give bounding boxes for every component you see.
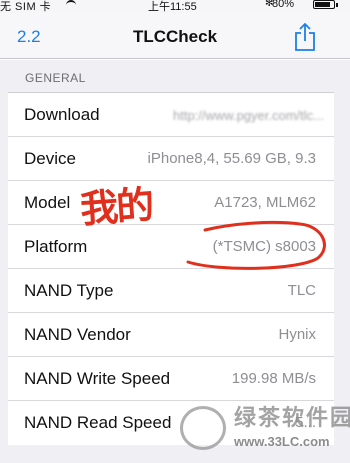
table-row[interactable]: Platform (*TSMC) s8003 (8, 225, 334, 269)
row-label: NAND Read Speed (24, 413, 172, 432)
table-row[interactable]: NAND Vendor Hynix (8, 313, 334, 357)
row-value: iPhone8,4, 55.69 GB, 9.3 (147, 150, 316, 167)
row-label: NAND Type (24, 281, 114, 300)
table-row[interactable]: NAND Read Speed 5... (8, 401, 334, 445)
row-label: Platform (24, 237, 88, 256)
row-label: Download (24, 105, 100, 124)
info-table: Download http://www.pgyer.com/tlc... Dev… (8, 92, 334, 445)
share-icon[interactable] (292, 22, 318, 52)
battery-percent: 80% (272, 0, 295, 10)
row-label: Device (24, 149, 76, 168)
navigation-bar: 2.2 TLCCheck (0, 13, 350, 59)
battery-icon (313, 0, 335, 9)
carrier-label: 无 SIM 卡 (0, 1, 52, 13)
row-label: Model (24, 193, 71, 212)
row-value: A1723, MLM62 (214, 194, 316, 211)
table-row[interactable]: Download http://www.pgyer.com/tlc... (8, 93, 334, 137)
wifi-icon (66, 0, 76, 8)
row-label: NAND Write Speed (24, 369, 171, 388)
row-value: TLC (287, 282, 316, 299)
battery-cap (336, 3, 338, 7)
handwritten-annotation: 我的 (78, 182, 154, 232)
row-value: (*TSMC) s8003 (212, 238, 316, 255)
section-header: GENERAL (25, 71, 86, 85)
table-row[interactable]: Model A1723, MLM62 (8, 181, 334, 225)
table-row[interactable]: NAND Type TLC (8, 269, 334, 313)
table-row[interactable]: NAND Write Speed 199.98 MB/s (8, 357, 334, 401)
table-row[interactable]: Device iPhone8,4, 55.69 GB, 9.3 (8, 137, 334, 181)
row-value: 5... (295, 414, 316, 431)
row-label: NAND Vendor (24, 325, 131, 344)
status-time: 上午11:55 (148, 1, 197, 13)
status-bar: 无 SIM 卡 上午11:55 ✻ 80% (0, 0, 350, 13)
row-value: 199.98 MB/s (231, 370, 316, 387)
row-value: Hynix (278, 326, 316, 343)
row-value: http://www.pgyer.com/tlc... (173, 108, 324, 123)
